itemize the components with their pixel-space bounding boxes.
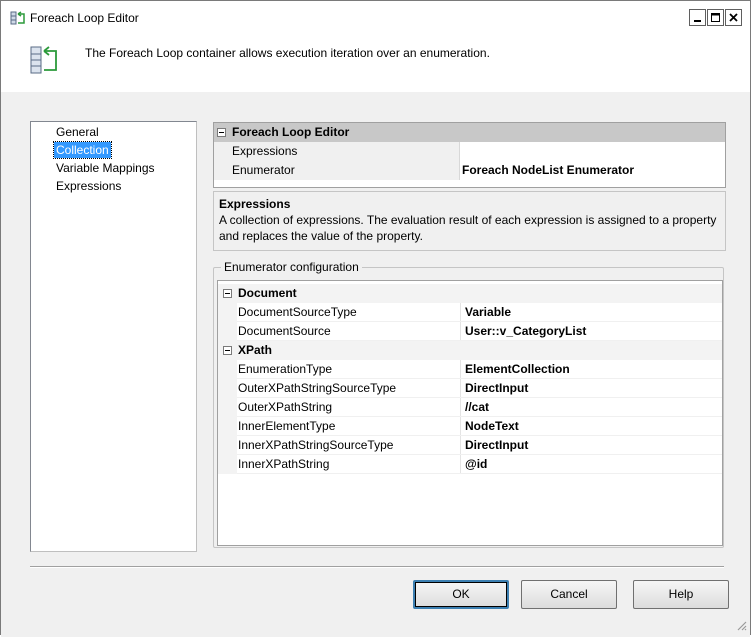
property-value[interactable] xyxy=(459,142,725,161)
property-value[interactable]: @id xyxy=(460,455,722,474)
property-name: OuterXPathString xyxy=(238,400,333,414)
minimize-button[interactable] xyxy=(689,9,706,26)
row-gutter xyxy=(218,322,237,341)
property-name: InnerXPathString xyxy=(238,457,330,471)
property-value[interactable]: Variable xyxy=(460,303,722,322)
description-body: A collection of expressions. The evaluat… xyxy=(219,213,717,243)
window-title: Foreach Loop Editor xyxy=(30,11,139,25)
nav-item-variable-mappings[interactable]: Variable Mappings xyxy=(54,160,157,176)
page-nav-list: General Collection Variable Mappings Exp… xyxy=(30,121,197,552)
property-row[interactable]: EnumerationType ElementCollection xyxy=(218,360,722,379)
nav-item-general[interactable]: General xyxy=(54,124,101,140)
property-name: EnumerationType xyxy=(238,362,333,376)
close-button[interactable] xyxy=(725,9,742,26)
property-row[interactable]: InnerXPathStringSourceType DirectInput xyxy=(218,436,722,455)
property-value[interactable]: //cat xyxy=(460,398,722,417)
property-value[interactable]: User::v_CategoryList xyxy=(460,322,722,341)
property-name: InnerElementType xyxy=(238,419,336,433)
maximize-button[interactable] xyxy=(707,9,724,26)
grid-row-expressions[interactable]: Expressions xyxy=(214,142,725,161)
foreach-container-icon xyxy=(30,44,60,76)
ok-button[interactable]: OK xyxy=(413,580,509,609)
row-divider xyxy=(237,473,722,474)
property-row[interactable]: InnerElementType NodeText xyxy=(218,417,722,436)
property-name: InnerXPathStringSourceType xyxy=(238,438,394,452)
section-document[interactable]: Document xyxy=(218,284,722,303)
property-row[interactable]: InnerXPathString @id xyxy=(218,455,722,474)
collapse-icon[interactable] xyxy=(223,289,232,298)
property-name: Expressions xyxy=(214,142,459,161)
footer-separator xyxy=(30,566,724,568)
grid-row-enumerator[interactable]: Enumerator Foreach NodeList Enumerator xyxy=(214,161,725,180)
title-bar[interactable]: Foreach Loop Editor xyxy=(1,1,750,35)
maximize-icon xyxy=(711,13,720,22)
grid-category-row[interactable]: Foreach Loop Editor xyxy=(214,123,725,142)
row-gutter xyxy=(218,455,237,474)
property-value[interactable]: DirectInput xyxy=(460,379,722,398)
property-row[interactable]: OuterXPathStringSourceType DirectInput xyxy=(218,379,722,398)
cancel-button[interactable]: Cancel xyxy=(521,580,617,609)
property-value[interactable]: DirectInput xyxy=(460,436,722,455)
nav-item-expressions[interactable]: Expressions xyxy=(54,178,123,194)
property-name: Enumerator xyxy=(214,161,459,180)
row-gutter xyxy=(218,303,237,322)
grid-category-label: Foreach Loop Editor xyxy=(232,125,350,139)
enumerator-property-grid: Document DocumentSourceType Variable Doc… xyxy=(217,280,723,546)
row-gutter xyxy=(218,379,237,398)
property-row[interactable]: DocumentSource User::v_CategoryList xyxy=(218,322,722,341)
property-row[interactable]: DocumentSourceType Variable xyxy=(218,303,722,322)
help-button[interactable]: Help xyxy=(633,580,729,609)
enumerator-config-group: Enumerator configuration Document Docume… xyxy=(213,260,724,548)
section-xpath[interactable]: XPath xyxy=(218,341,722,360)
property-value[interactable]: NodeText xyxy=(460,417,722,436)
dialog-header: The Foreach Loop container allows execut… xyxy=(1,35,750,92)
section-label: XPath xyxy=(238,343,273,357)
loop-property-grid: Foreach Loop Editor Expressions Enumerat… xyxy=(213,122,726,188)
foreach-loop-icon xyxy=(10,10,26,26)
row-gutter xyxy=(218,398,237,417)
resize-grip-icon[interactable] xyxy=(735,619,747,631)
foreach-loop-editor-window: Foreach Loop Editor The Foreach Loop con… xyxy=(0,0,751,637)
row-gutter xyxy=(218,436,237,455)
property-row[interactable]: OuterXPathString //cat xyxy=(218,398,722,417)
property-name: DocumentSourceType xyxy=(238,305,357,319)
property-name: DocumentSource xyxy=(238,324,331,338)
minimize-icon xyxy=(694,20,701,22)
enumerator-value[interactable]: Foreach NodeList Enumerator xyxy=(459,161,725,180)
section-label: Document xyxy=(238,286,297,300)
row-gutter xyxy=(218,360,237,379)
close-icon xyxy=(729,13,738,22)
property-value[interactable]: ElementCollection xyxy=(460,360,722,379)
property-name: OuterXPathStringSourceType xyxy=(238,381,397,395)
header-description: The Foreach Loop container allows execut… xyxy=(85,46,490,60)
row-gutter xyxy=(218,417,237,436)
collapse-icon[interactable] xyxy=(223,346,232,355)
nav-item-collection[interactable]: Collection xyxy=(53,141,112,159)
group-legend: Enumerator configuration xyxy=(221,260,362,274)
property-description: Expressions A collection of expressions.… xyxy=(213,191,726,251)
description-title: Expressions xyxy=(219,197,291,211)
